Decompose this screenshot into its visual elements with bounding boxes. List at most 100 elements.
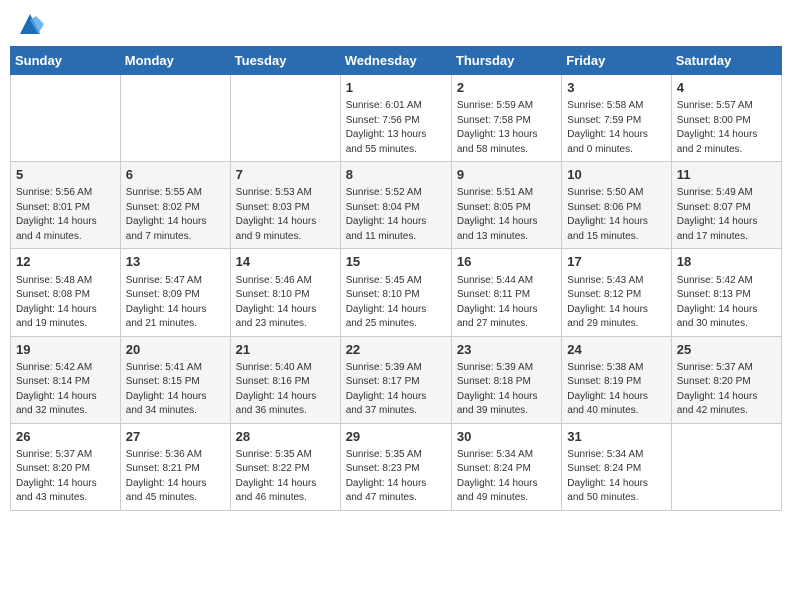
day-info: Sunrise: 5:59 AMSunset: 7:58 PMDaylight:… — [457, 99, 556, 157]
calendar-cell: 11 Sunrise: 5:49 AMSunset: 8:07 PMDayligh… — [671, 162, 781, 249]
day-number: 21 — [236, 341, 335, 359]
calendar-header-tuesday: Tuesday — [230, 47, 340, 75]
day-info: Sunrise: 5:37 AMSunset: 8:20 PMDaylight:… — [16, 448, 115, 506]
calendar-cell: 30 Sunrise: 5:34 AMSunset: 8:24 PMDayligh… — [451, 423, 561, 510]
day-info: Sunrise: 5:40 AMSunset: 8:16 PMDaylight:… — [236, 361, 335, 419]
calendar-cell: 9 Sunrise: 5:51 AMSunset: 8:05 PMDaylight… — [451, 162, 561, 249]
day-info: Sunrise: 5:36 AMSunset: 8:21 PMDaylight:… — [126, 448, 225, 506]
day-number: 5 — [16, 166, 115, 184]
calendar-cell: 24 Sunrise: 5:38 AMSunset: 8:19 PMDayligh… — [562, 336, 671, 423]
calendar-cell — [120, 75, 230, 162]
page-header — [10, 10, 782, 38]
calendar-cell: 14 Sunrise: 5:46 AMSunset: 8:10 PMDayligh… — [230, 249, 340, 336]
day-info: Sunrise: 5:38 AMSunset: 8:19 PMDaylight:… — [567, 361, 665, 419]
day-number: 28 — [236, 428, 335, 446]
day-info: Sunrise: 5:42 AMSunset: 8:13 PMDaylight:… — [677, 274, 776, 332]
day-number: 20 — [126, 341, 225, 359]
day-number: 8 — [346, 166, 446, 184]
calendar-cell: 19Sunrise: 5:42 AMSunset: 8:14 PMDayligh… — [11, 336, 121, 423]
day-info: Sunrise: 5:56 AMSunset: 8:01 PMDaylight:… — [16, 186, 115, 244]
calendar-header-thursday: Thursday — [451, 47, 561, 75]
calendar-header-wednesday: Wednesday — [340, 47, 451, 75]
day-info: Sunrise: 5:53 AMSunset: 8:03 PMDaylight:… — [236, 186, 335, 244]
day-number: 18 — [677, 253, 776, 271]
calendar-cell: 22 Sunrise: 5:39 AMSunset: 8:17 PMDayligh… — [340, 336, 451, 423]
calendar-cell: 26 Sunrise: 5:37 AMSunset: 8:20 PMDayligh… — [11, 423, 121, 510]
day-info: Sunrise: 5:58 AMSunset: 7:59 PMDaylight:… — [567, 99, 665, 157]
calendar-week-row: 5 Sunrise: 5:56 AMSunset: 8:01 PMDaylight… — [11, 162, 782, 249]
calendar-cell: 4 Sunrise: 5:57 AMSunset: 8:00 PMDaylight… — [671, 75, 781, 162]
day-info: Sunrise: 5:39 AMSunset: 8:18 PMDaylight:… — [457, 361, 556, 419]
day-number: 15 — [346, 253, 446, 271]
day-info: Sunrise: 5:45 AMSunset: 8:10 PMDaylight:… — [346, 274, 446, 332]
day-info: Sunrise: 5:48 AMSunset: 8:08 PMDaylight:… — [16, 274, 115, 332]
day-info: Sunrise: 5:37 AMSunset: 8:20 PMDaylight:… — [677, 361, 776, 419]
calendar-cell: 12Sunrise: 5:48 AMSunset: 8:08 PMDayligh… — [11, 249, 121, 336]
day-number: 9 — [457, 166, 556, 184]
calendar-cell — [11, 75, 121, 162]
day-number: 2 — [457, 79, 556, 97]
calendar-cell: 1 Sunrise: 6:01 AMSunset: 7:56 PMDaylight… — [340, 75, 451, 162]
day-info: Sunrise: 6:01 AMSunset: 7:56 PMDaylight:… — [346, 99, 446, 157]
calendar-cell: 5 Sunrise: 5:56 AMSunset: 8:01 PMDaylight… — [11, 162, 121, 249]
day-number: 11 — [677, 166, 776, 184]
day-number: 24 — [567, 341, 665, 359]
calendar-cell: 8 Sunrise: 5:52 AMSunset: 8:04 PMDaylight… — [340, 162, 451, 249]
calendar-week-row: 26 Sunrise: 5:37 AMSunset: 8:20 PMDayligh… — [11, 423, 782, 510]
day-info: Sunrise: 5:46 AMSunset: 8:10 PMDaylight:… — [236, 274, 335, 332]
day-number: 10 — [567, 166, 665, 184]
day-info: Sunrise: 5:49 AMSunset: 8:07 PMDaylight:… — [677, 186, 776, 244]
day-info: Sunrise: 5:35 AMSunset: 8:22 PMDaylight:… — [236, 448, 335, 506]
calendar-cell: 17 Sunrise: 5:43 AMSunset: 8:12 PMDayligh… — [562, 249, 671, 336]
day-number: 14 — [236, 253, 335, 271]
day-number: 29 — [346, 428, 446, 446]
calendar-cell: 20 Sunrise: 5:41 AMSunset: 8:15 PMDayligh… — [120, 336, 230, 423]
day-number: 30 — [457, 428, 556, 446]
day-info: Sunrise: 5:34 AMSunset: 8:24 PMDaylight:… — [567, 448, 665, 506]
day-number: 17 — [567, 253, 665, 271]
day-number: 27 — [126, 428, 225, 446]
calendar-cell: 16 Sunrise: 5:44 AMSunset: 8:11 PMDayligh… — [451, 249, 561, 336]
day-info: Sunrise: 5:52 AMSunset: 8:04 PMDaylight:… — [346, 186, 446, 244]
day-info: Sunrise: 5:39 AMSunset: 8:17 PMDaylight:… — [346, 361, 446, 419]
calendar-header-friday: Friday — [562, 47, 671, 75]
calendar-cell: 28 Sunrise: 5:35 AMSunset: 8:22 PMDayligh… — [230, 423, 340, 510]
day-number: 7 — [236, 166, 335, 184]
day-info: Sunrise: 5:57 AMSunset: 8:00 PMDaylight:… — [677, 99, 776, 157]
day-info: Sunrise: 5:34 AMSunset: 8:24 PMDaylight:… — [457, 448, 556, 506]
calendar-header-monday: Monday — [120, 47, 230, 75]
calendar-week-row: 12Sunrise: 5:48 AMSunset: 8:08 PMDayligh… — [11, 249, 782, 336]
day-number: 1 — [346, 79, 446, 97]
calendar-cell: 10 Sunrise: 5:50 AMSunset: 8:06 PMDayligh… — [562, 162, 671, 249]
calendar-header-row: SundayMondayTuesdayWednesdayThursdayFrid… — [11, 47, 782, 75]
calendar-cell: 3 Sunrise: 5:58 AMSunset: 7:59 PMDaylight… — [562, 75, 671, 162]
day-number: 19 — [16, 341, 115, 359]
day-number: 26 — [16, 428, 115, 446]
logo-icon — [16, 10, 44, 38]
day-info: Sunrise: 5:55 AMSunset: 8:02 PMDaylight:… — [126, 186, 225, 244]
calendar-cell: 18 Sunrise: 5:42 AMSunset: 8:13 PMDayligh… — [671, 249, 781, 336]
calendar-week-row: 1 Sunrise: 6:01 AMSunset: 7:56 PMDaylight… — [11, 75, 782, 162]
day-number: 4 — [677, 79, 776, 97]
day-number: 3 — [567, 79, 665, 97]
calendar-header-sunday: Sunday — [11, 47, 121, 75]
day-info: Sunrise: 5:35 AMSunset: 8:23 PMDaylight:… — [346, 448, 446, 506]
day-info: Sunrise: 5:50 AMSunset: 8:06 PMDaylight:… — [567, 186, 665, 244]
calendar-cell: 7 Sunrise: 5:53 AMSunset: 8:03 PMDaylight… — [230, 162, 340, 249]
day-number: 6 — [126, 166, 225, 184]
logo — [14, 10, 44, 38]
calendar-week-row: 19Sunrise: 5:42 AMSunset: 8:14 PMDayligh… — [11, 336, 782, 423]
calendar-cell: 6 Sunrise: 5:55 AMSunset: 8:02 PMDaylight… — [120, 162, 230, 249]
day-number: 25 — [677, 341, 776, 359]
calendar-cell: 29 Sunrise: 5:35 AMSunset: 8:23 PMDayligh… — [340, 423, 451, 510]
calendar-cell: 21 Sunrise: 5:40 AMSunset: 8:16 PMDayligh… — [230, 336, 340, 423]
day-number: 22 — [346, 341, 446, 359]
calendar-cell: 25 Sunrise: 5:37 AMSunset: 8:20 PMDayligh… — [671, 336, 781, 423]
day-number: 31 — [567, 428, 665, 446]
day-info: Sunrise: 5:51 AMSunset: 8:05 PMDaylight:… — [457, 186, 556, 244]
day-info: Sunrise: 5:41 AMSunset: 8:15 PMDaylight:… — [126, 361, 225, 419]
day-number: 16 — [457, 253, 556, 271]
day-info: Sunrise: 5:44 AMSunset: 8:11 PMDaylight:… — [457, 274, 556, 332]
day-info: Sunrise: 5:43 AMSunset: 8:12 PMDaylight:… — [567, 274, 665, 332]
day-number: 23 — [457, 341, 556, 359]
